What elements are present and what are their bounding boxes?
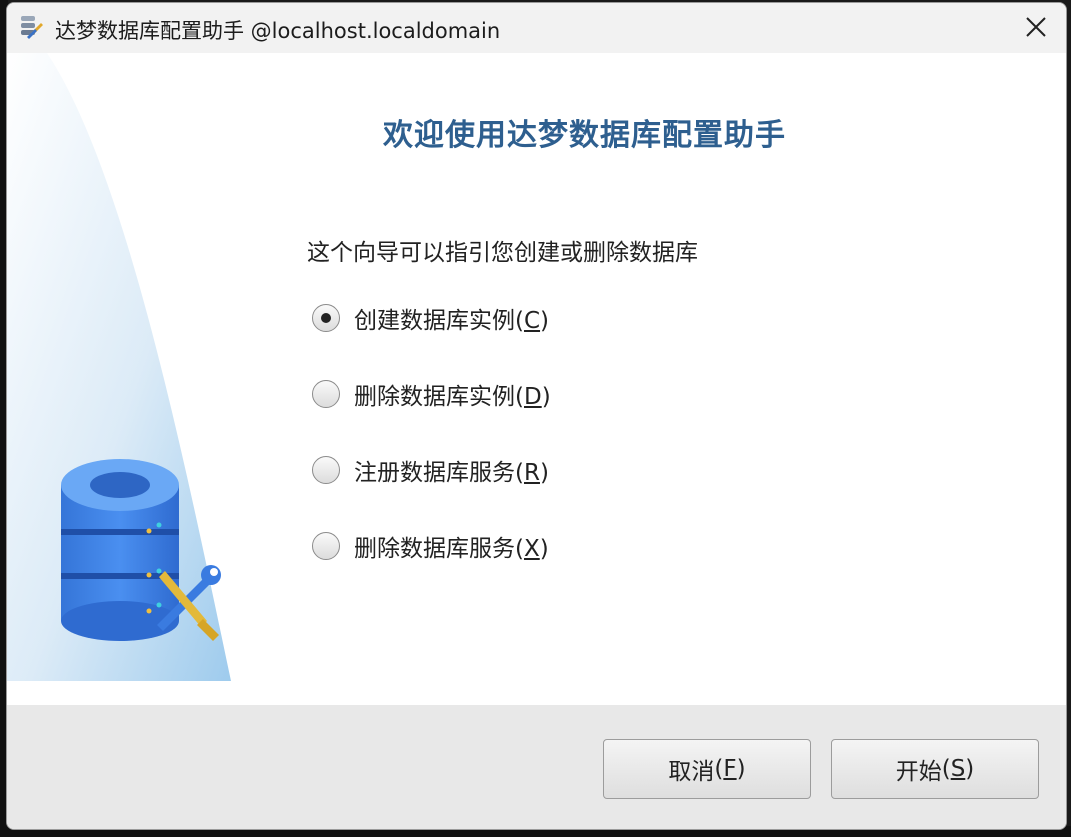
close-icon (1026, 17, 1046, 37)
cancel-button[interactable]: 取消(F) (603, 739, 811, 799)
database-config-icon (21, 16, 43, 39)
side-illustration (7, 53, 231, 681)
welcome-heading: 欢迎使用达梦数据库配置助手 (383, 118, 786, 153)
radio-register-service[interactable] (312, 456, 340, 484)
option-delete-instance[interactable]: 删除数据库实例(D) (312, 377, 551, 411)
radio-selected-dot (321, 313, 331, 323)
radio-create-instance[interactable] (312, 304, 340, 332)
button-bar: 取消(F) 开始(S) (7, 705, 1066, 829)
config-assistant-window: 达梦数据库配置助手 @localhost.localdomain 欢迎使用达梦数… (6, 2, 1067, 830)
option-label: 注册数据库服务(R) (354, 460, 549, 486)
intro-text: 这个向导可以指引您创建或删除数据库 (307, 240, 698, 266)
start-label: 开始 (895, 759, 942, 785)
window-title: 达梦数据库配置助手 @localhost.localdomain (55, 19, 501, 43)
option-label: 删除数据库服务(X) (354, 536, 549, 562)
start-button[interactable]: 开始(S) (831, 739, 1039, 799)
option-delete-service[interactable]: 删除数据库服务(X) (312, 529, 549, 563)
option-label: 删除数据库实例(D) (354, 384, 551, 410)
option-register-service[interactable]: 注册数据库服务(R) (312, 453, 549, 487)
wizard-content: 欢迎使用达梦数据库配置助手 这个向导可以指引您创建或删除数据库 创建数据库实例(… (7, 53, 1066, 705)
option-label: 创建数据库实例(C) (354, 308, 550, 334)
title-bar[interactable]: 达梦数据库配置助手 @localhost.localdomain (7, 3, 1066, 53)
start-mnemonic: S (950, 756, 966, 782)
cancel-mnemonic: F (723, 756, 737, 782)
radio-delete-service[interactable] (312, 532, 340, 560)
radio-delete-instance[interactable] (312, 380, 340, 408)
close-button[interactable] (1014, 5, 1058, 49)
option-create-instance[interactable]: 创建数据库实例(C) (312, 301, 549, 335)
cancel-label: 取消 (668, 759, 715, 785)
